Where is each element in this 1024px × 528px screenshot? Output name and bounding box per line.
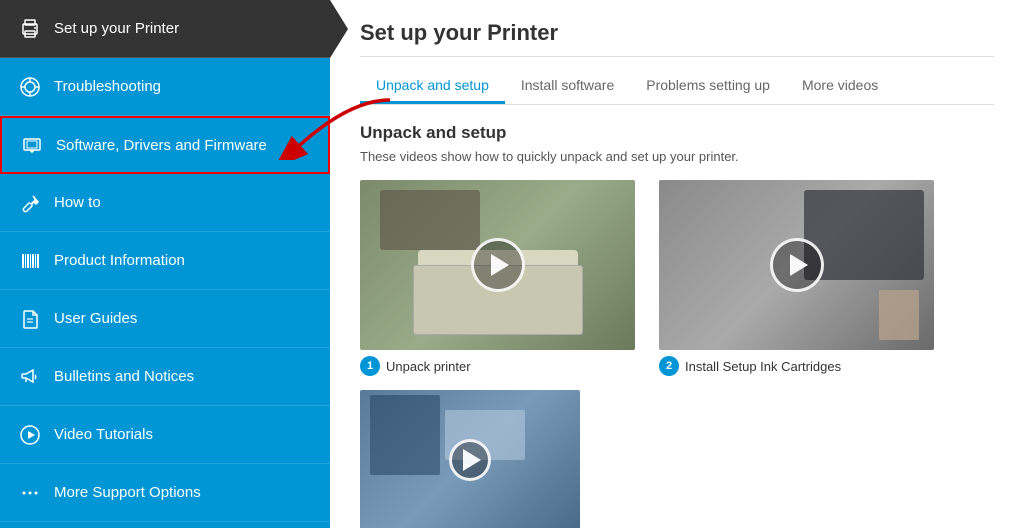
videos-row: 1 Unpack printer 2 Install Setup Ink Car… xyxy=(360,180,994,376)
video-2-title: Install Setup Ink Cartridges xyxy=(685,359,841,374)
video-2-label: 2 Install Setup Ink Cartridges xyxy=(659,356,934,376)
video-3-container xyxy=(360,390,994,528)
sidebar-item-howto[interactable]: How to xyxy=(0,174,330,232)
sidebar: Set up your Printer Troubleshooting xyxy=(0,0,330,528)
software-icon xyxy=(20,133,44,157)
troubleshooting-icon xyxy=(18,75,42,99)
sidebar-item-software[interactable]: Software, Drivers and Firmware xyxy=(0,116,330,174)
play-circle-icon xyxy=(18,423,42,447)
barcode-icon xyxy=(18,249,42,273)
sidebar-item-product-label: Product Information xyxy=(54,252,185,269)
video-1-label: 1 Unpack printer xyxy=(360,356,635,376)
sidebar-item-bulletins[interactable]: Bulletins and Notices xyxy=(0,348,330,406)
video-2-container: 2 Install Setup Ink Cartridges xyxy=(659,180,934,376)
sidebar-item-product[interactable]: Product Information xyxy=(0,232,330,290)
tab-unpack[interactable]: Unpack and setup xyxy=(360,69,505,104)
sidebar-item-userguides-label: User Guides xyxy=(54,310,137,327)
sidebar-item-userguides[interactable]: User Guides xyxy=(0,290,330,348)
play-button-1[interactable] xyxy=(471,238,525,292)
sidebar-item-support[interactable]: More Support Options xyxy=(0,464,330,522)
video-1-container: 1 Unpack printer xyxy=(360,180,635,376)
section-description: These videos show how to quickly unpack … xyxy=(360,149,994,164)
section-title: Unpack and setup xyxy=(360,123,994,143)
wrench-icon xyxy=(18,191,42,215)
sidebar-item-howto-label: How to xyxy=(54,194,101,211)
play-button-3[interactable] xyxy=(449,439,491,481)
video-1-title: Unpack printer xyxy=(386,359,471,374)
tabs-bar: Unpack and setup Install software Proble… xyxy=(360,69,994,105)
video-thumb-1[interactable] xyxy=(360,180,635,350)
dots-icon xyxy=(18,481,42,505)
tab-problems[interactable]: Problems setting up xyxy=(630,69,786,104)
play-button-2[interactable] xyxy=(770,238,824,292)
video-1-number: 1 xyxy=(360,356,380,376)
megaphone-icon xyxy=(18,365,42,389)
video-thumb-2[interactable] xyxy=(659,180,934,350)
sidebar-item-video-label: Video Tutorials xyxy=(54,426,153,443)
document-icon xyxy=(18,307,42,331)
sidebar-item-software-label: Software, Drivers and Firmware xyxy=(56,137,267,154)
printer-icon xyxy=(18,17,42,41)
tab-install[interactable]: Install software xyxy=(505,69,630,104)
video-2-number: 2 xyxy=(659,356,679,376)
tab-more[interactable]: More videos xyxy=(786,69,894,104)
sidebar-item-bulletins-label: Bulletins and Notices xyxy=(54,368,194,385)
video-thumb-3[interactable] xyxy=(360,390,580,528)
sidebar-item-setup-label: Set up your Printer xyxy=(54,20,179,37)
sidebar-item-support-label: More Support Options xyxy=(54,484,201,501)
sidebar-item-troubleshooting[interactable]: Troubleshooting xyxy=(0,58,330,116)
sidebar-item-troubleshooting-label: Troubleshooting xyxy=(54,78,161,95)
page-title: Set up your Printer xyxy=(360,20,994,57)
sidebar-item-setup[interactable]: Set up your Printer xyxy=(0,0,330,58)
main-content: Set up your Printer Unpack and setup Ins… xyxy=(330,0,1024,528)
sidebar-item-video[interactable]: Video Tutorials xyxy=(0,406,330,464)
